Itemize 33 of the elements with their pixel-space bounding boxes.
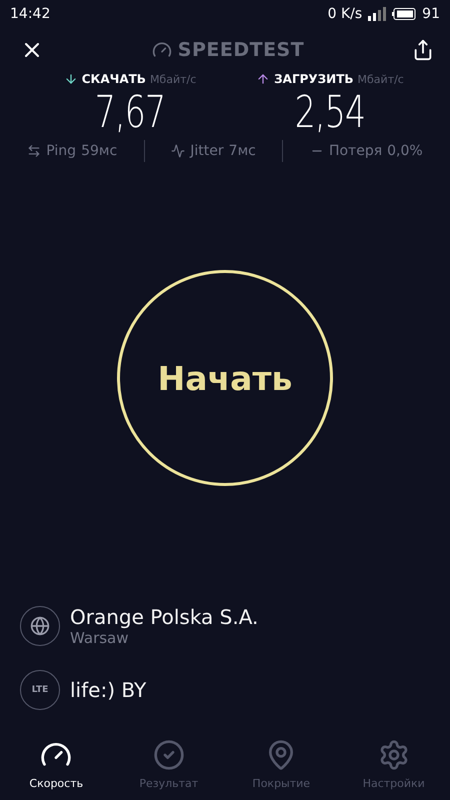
check-icon <box>152 738 185 770</box>
nav-tab[interactable]: Скорость <box>6 738 106 790</box>
server-location: Warsaw <box>70 629 130 647</box>
nav-tab[interactable]: Покрытие <box>231 738 332 790</box>
speed-value: 7,67 <box>94 86 166 140</box>
speed-value: 2,54 <box>294 86 366 140</box>
share-icon <box>412 39 434 61</box>
network-type-badge: LTE <box>20 670 60 710</box>
stat-value: 7мс <box>228 143 256 159</box>
network-speed: 0 K/s <box>328 6 362 22</box>
signal-icon <box>368 7 386 21</box>
ping-icon <box>27 144 42 158</box>
provider-name: life:) BY <box>70 678 146 702</box>
globe-icon <box>20 606 60 646</box>
jitter-icon <box>171 144 186 158</box>
battery-icon <box>392 8 416 20</box>
nav-tab[interactable]: Настройки <box>344 738 444 790</box>
server-name: Orange Polska S.A. <box>70 605 258 629</box>
start-button[interactable]: Начать <box>117 270 333 486</box>
speed-unit: Мбайт/с <box>150 72 196 86</box>
settings-icon <box>378 738 410 770</box>
stat-label: Потеря <box>328 143 382 159</box>
stat-value: 0,0% <box>387 143 423 159</box>
app-title: SPEEDTEST <box>178 39 304 61</box>
stat-value: 59мс <box>81 143 118 159</box>
speed-label: СКАЧАТЬ <box>82 72 146 86</box>
speed-label: ЗАГРУЗИТЬ <box>274 72 354 86</box>
speed-unit: Мбайт/с <box>358 72 404 86</box>
battery-level: 91 <box>422 6 440 22</box>
nav-tab[interactable]: Результат <box>118 738 219 790</box>
stat-label: Jitter <box>190 143 224 159</box>
stat-label: Ping <box>46 143 76 159</box>
clock: 14:42 <box>10 6 50 22</box>
